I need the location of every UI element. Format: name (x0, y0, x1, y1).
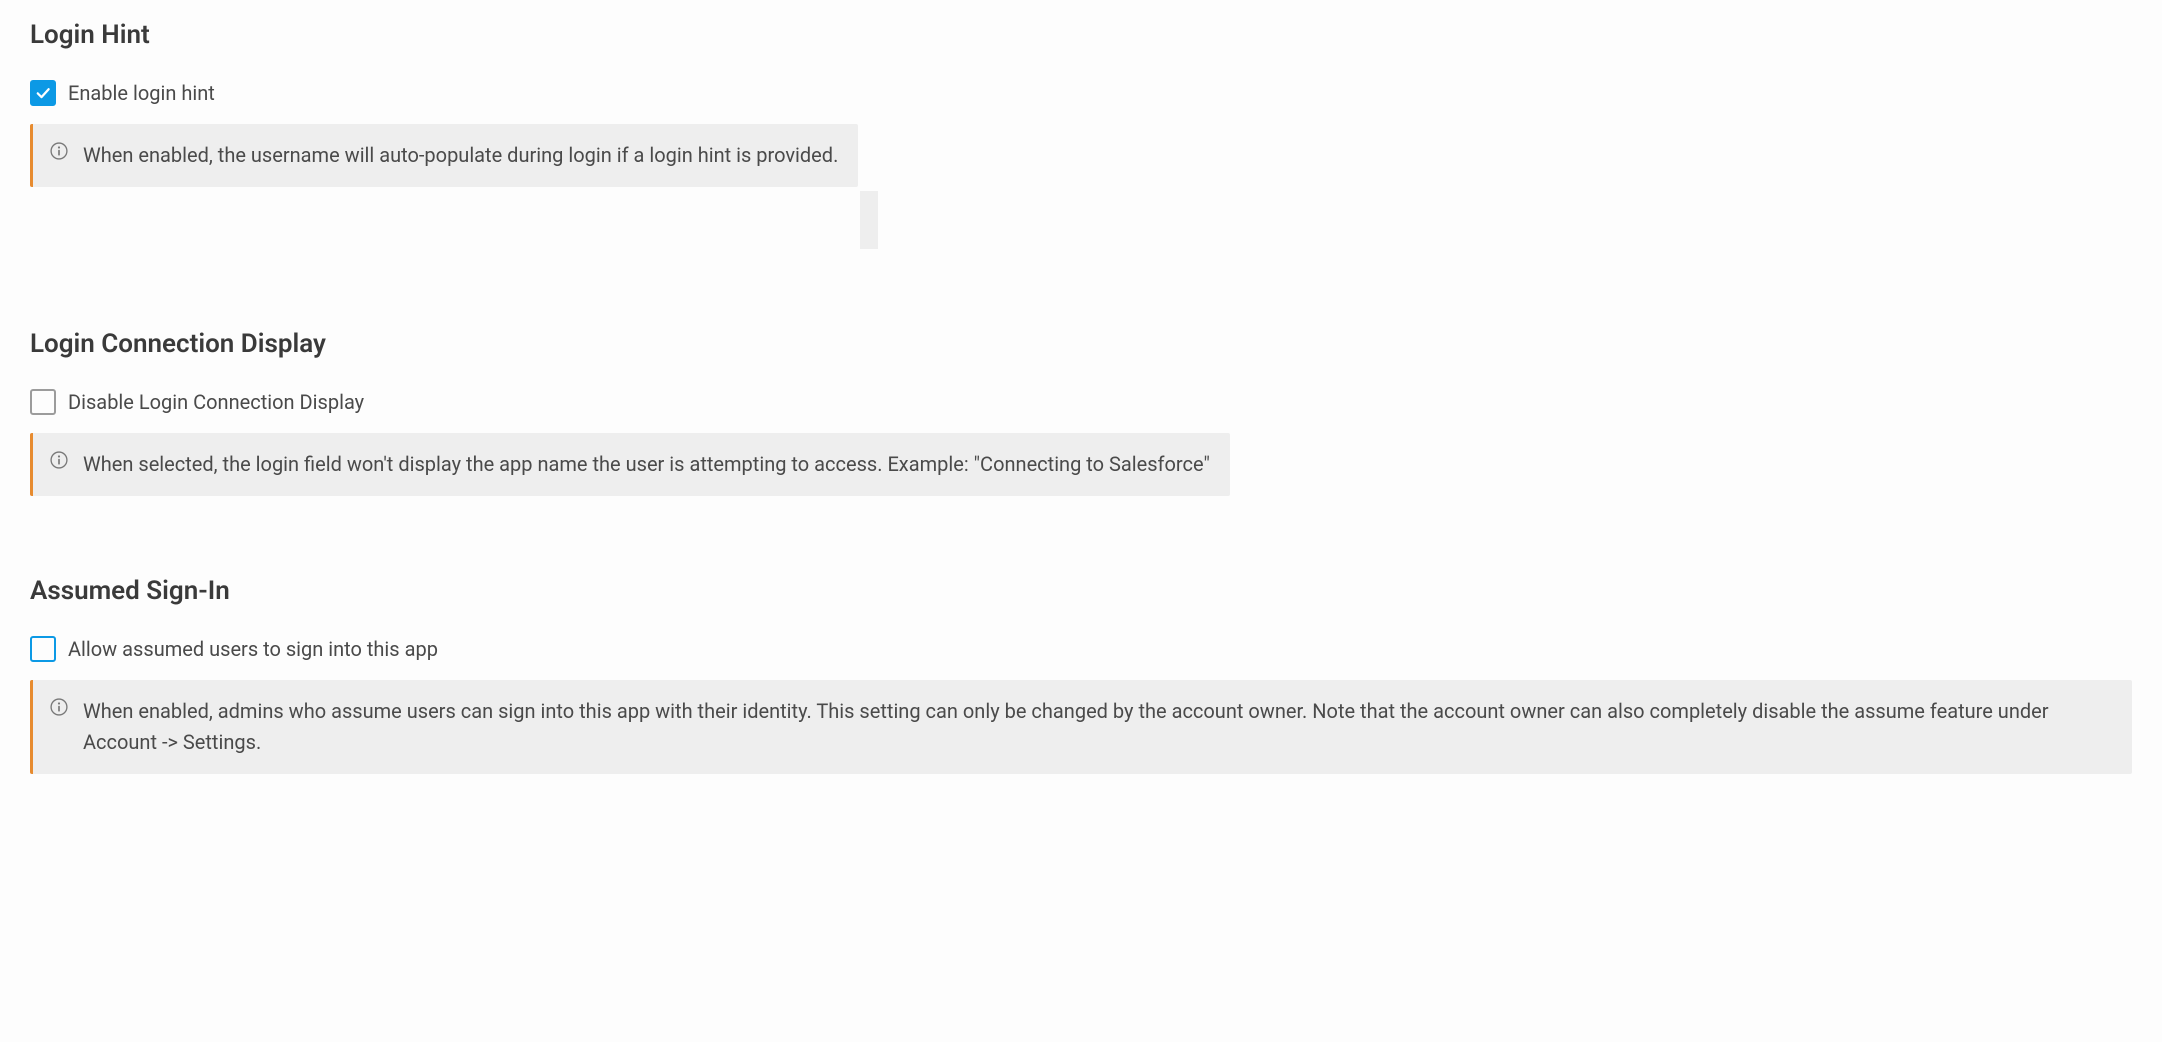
assumed-signin-heading: Assumed Sign-In (30, 576, 2132, 606)
login-hint-info-text: When enabled, the username will auto-pop… (83, 140, 838, 171)
login-connection-checkbox-row: Disable Login Connection Display (30, 389, 2132, 415)
check-icon (34, 84, 52, 102)
section-login-connection: Login Connection Display Disable Login C… (30, 329, 2132, 496)
assumed-signin-info-banner: When enabled, admins who assume users ca… (30, 680, 2132, 774)
assumed-signin-checkbox-row: Allow assumed users to sign into this ap… (30, 636, 2132, 662)
decorative-block (860, 191, 878, 249)
login-hint-info-banner: When enabled, the username will auto-pop… (30, 124, 858, 187)
section-login-hint: Login Hint Enable login hint When enable… (30, 20, 2132, 249)
info-icon (49, 697, 69, 717)
section-assumed-signin: Assumed Sign-In Allow assumed users to s… (30, 576, 2132, 774)
assumed-signin-info-text: When enabled, admins who assume users ca… (83, 696, 2112, 758)
allow-assumed-signin-checkbox[interactable] (30, 636, 56, 662)
enable-login-hint-checkbox[interactable] (30, 80, 56, 106)
login-hint-checkbox-row: Enable login hint (30, 80, 2132, 106)
info-icon (49, 450, 69, 470)
info-icon (49, 141, 69, 161)
login-hint-heading: Login Hint (30, 20, 2132, 50)
disable-login-connection-label: Disable Login Connection Display (68, 390, 364, 414)
login-connection-info-text: When selected, the login field won't dis… (83, 449, 1210, 480)
allow-assumed-signin-label: Allow assumed users to sign into this ap… (68, 637, 438, 661)
disable-login-connection-checkbox[interactable] (30, 389, 56, 415)
login-connection-info-banner: When selected, the login field won't dis… (30, 433, 1230, 496)
enable-login-hint-label: Enable login hint (68, 81, 215, 105)
login-connection-heading: Login Connection Display (30, 329, 2132, 359)
